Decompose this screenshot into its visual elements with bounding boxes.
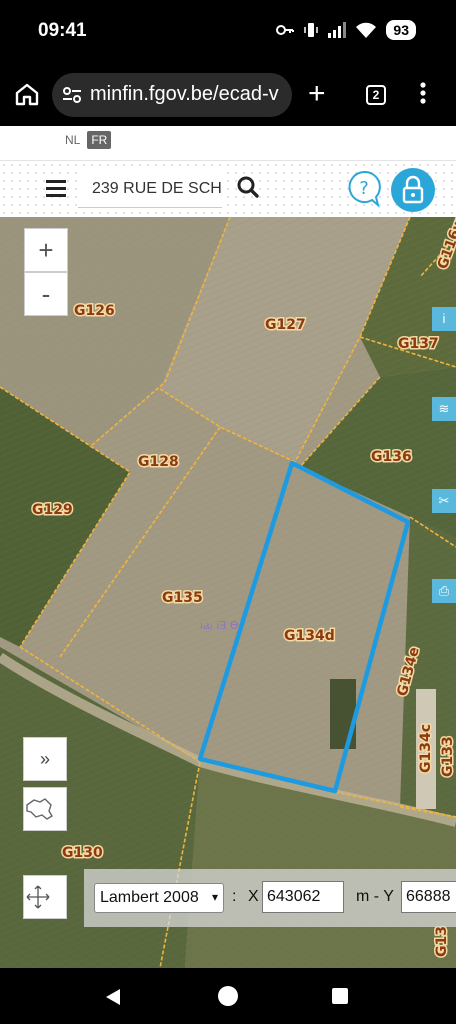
home-icon[interactable]: [14, 82, 40, 106]
status-icons: 93: [276, 20, 416, 40]
measure-tool-icon[interactable]: ✂: [432, 489, 456, 513]
lang-fr-active[interactable]: FR: [87, 131, 112, 149]
svg-text:?: ?: [359, 178, 369, 199]
cadastral-map[interactable]: ıԃ ıƎ Ɵ G126 G127 G116w G137 G128 G136 G…: [0, 217, 456, 968]
address-search-input[interactable]: 239 RUE DE SCH: [78, 170, 222, 208]
parcel-label-g128: G128: [138, 454, 179, 470]
zoom-in-button[interactable]: +: [24, 228, 68, 272]
lang-nl-link[interactable]: NL: [62, 131, 83, 149]
more-options-icon[interactable]: [420, 82, 426, 104]
y-label: m - Y: [356, 888, 394, 905]
house-number-marker: ıԃ ıƎ Ɵ: [200, 619, 239, 632]
x-label: X: [248, 888, 259, 905]
lock-icon[interactable]: [390, 167, 436, 213]
system-nav-bar: [0, 968, 456, 1024]
parcel-label-g130: G130: [62, 845, 103, 861]
search-icon[interactable]: [236, 175, 260, 199]
x-coordinate-input[interactable]: 643062: [262, 881, 344, 913]
parcel-label-g136: G136: [371, 449, 412, 465]
zoom-out-button[interactable]: -: [24, 272, 68, 316]
tab-count-button[interactable]: 2: [366, 85, 386, 105]
projection-select[interactable]: Lambert 2008 ▾: [94, 883, 224, 913]
coordinate-panel: Lambert 2008 ▾ : X 643062 m - Y 66888: [84, 869, 456, 927]
parcel-label-g133: G133: [440, 736, 456, 777]
belgium-map-icon: [26, 798, 53, 820]
parcel-label-g134d: G134d: [284, 628, 335, 644]
status-time: 09:41: [38, 20, 87, 41]
home-button[interactable]: [218, 986, 238, 1006]
browser-bar: minfin.fgov.be/ecad-v + 2: [0, 62, 456, 126]
language-switcher: NL FR: [62, 131, 112, 149]
recents-button[interactable]: [332, 988, 348, 1004]
colon-separator: :: [232, 888, 237, 905]
key-icon: [276, 25, 295, 35]
wifi-icon: [356, 22, 377, 38]
battery-badge: 93: [386, 20, 416, 40]
info-tool-icon[interactable]: i: [432, 307, 456, 331]
signal-icon: [328, 22, 347, 38]
belgium-overview-button[interactable]: [23, 787, 67, 831]
hamburger-menu-icon[interactable]: [46, 180, 66, 201]
map-toolbar: 239 RUE DE SCH ?: [0, 161, 456, 217]
y-coordinate-input[interactable]: 66888: [401, 881, 456, 913]
site-settings-icon[interactable]: [62, 86, 82, 104]
web-page: NL FR 239 RUE DE SCH ? ıԃ ıƎ Ɵ G126 G127…: [0, 126, 456, 968]
parcel-label-g137: G137: [398, 336, 439, 352]
pan-control[interactable]: [23, 875, 67, 919]
parcel-label-g127: G127: [265, 317, 306, 333]
status-bar: 09:41 93: [0, 0, 456, 62]
parcel-label-g129: G129: [32, 502, 73, 518]
parcel-label-g126: G126: [74, 303, 115, 319]
expand-panel-button[interactable]: »: [23, 737, 67, 781]
chevron-down-icon: ▾: [211, 890, 218, 904]
back-icon[interactable]: [104, 988, 122, 1006]
new-tab-button[interactable]: +: [308, 79, 326, 109]
parcel-label-g13: G13: [434, 926, 450, 957]
move-arrows-icon: [26, 885, 50, 909]
url-text: minfin.fgov.be/ecad-v: [90, 83, 279, 105]
vibrate-icon: [304, 23, 319, 37]
parcel-label-g135: G135: [162, 590, 203, 606]
projection-value: Lambert 2008: [100, 889, 199, 906]
address-bar[interactable]: minfin.fgov.be/ecad-v: [52, 73, 292, 117]
tree-cluster: [330, 679, 356, 749]
parcel-label-g134c: G134c: [418, 724, 434, 773]
help-icon[interactable]: ?: [346, 169, 382, 209]
layers-tool-icon[interactable]: ≋: [432, 397, 456, 421]
print-tool-icon[interactable]: ⎙: [432, 579, 456, 603]
